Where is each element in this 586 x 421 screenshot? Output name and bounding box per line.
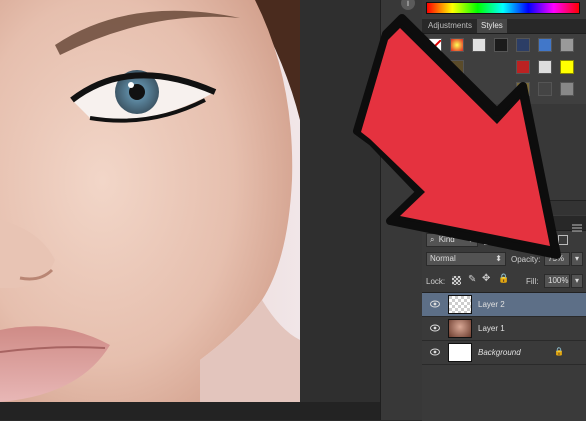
chevron-down-icon: ⬍ — [495, 254, 502, 263]
style-swatch[interactable] — [494, 38, 508, 52]
tab-styles[interactable]: Styles — [477, 19, 507, 33]
layer-thumbnail — [448, 319, 472, 338]
panel-footer-icons — [422, 200, 586, 215]
layer-row[interactable]: Layer 2 — [422, 293, 586, 317]
color-ramp[interactable] — [426, 2, 580, 14]
layer-thumbnail — [448, 295, 472, 314]
face-photo — [0, 0, 300, 402]
layers-tabbar: Layers Chann — [422, 216, 586, 232]
workspace-background — [300, 0, 380, 402]
fill-label: Fill: — [526, 277, 539, 286]
lock-icon[interactable]: 🔒 — [498, 273, 509, 284]
layer-name: Layer 2 — [478, 300, 505, 309]
eye-icon[interactable] — [430, 300, 440, 308]
panel-menu-icon[interactable] — [572, 219, 582, 232]
brush-icon[interactable]: ✎ — [468, 274, 476, 285]
style-swatch[interactable] — [428, 82, 442, 96]
tab-adjustments[interactable]: Adjustments — [424, 19, 476, 33]
filter-adjust-icon[interactable] — [498, 235, 508, 245]
collapsed-panel-strip: i — [380, 0, 424, 420]
lock-label: Lock: — [426, 277, 446, 286]
layer-name: Background — [478, 348, 521, 357]
fill-value: 100% — [548, 276, 569, 285]
style-swatch[interactable] — [428, 60, 442, 74]
styles-grid — [422, 34, 586, 104]
style-swatch[interactable] — [450, 38, 464, 52]
blend-mode-select[interactable]: Normal ⬍ — [426, 252, 506, 266]
kind-label: Kind — [438, 235, 455, 244]
layer-row[interactable]: Layer 1 — [422, 317, 586, 341]
layer-filter-select[interactable]: ⌕ Kind ⬍ — [426, 233, 478, 247]
style-swatch[interactable] — [472, 38, 486, 52]
style-swatch[interactable] — [560, 38, 574, 52]
checker-icon[interactable] — [452, 276, 461, 285]
panel-empty-area — [422, 104, 586, 200]
blend-mode-value: Normal — [430, 254, 456, 263]
style-swatch[interactable] — [450, 60, 464, 74]
info-icon[interactable]: i — [401, 0, 415, 10]
search-icon: ⌕ — [430, 235, 435, 244]
style-swatch[interactable] — [560, 60, 574, 74]
style-swatch[interactable] — [516, 60, 530, 74]
fill-dropdown[interactable]: ▾ — [571, 274, 583, 288]
opacity-dropdown[interactable]: ▾ — [571, 252, 583, 266]
lock-icon: 🔒 — [554, 347, 564, 356]
layer-name: Layer 1 — [478, 324, 505, 333]
filter-pixel-icon[interactable] — [484, 235, 494, 245]
style-none[interactable] — [428, 38, 442, 53]
eye-icon[interactable] — [430, 348, 440, 356]
tab-layers[interactable]: Layers — [424, 216, 457, 230]
opacity-label: Opacity: — [511, 255, 541, 264]
eye-icon[interactable] — [430, 324, 440, 332]
move-icon[interactable]: ✥ — [482, 273, 490, 284]
document-canvas[interactable] — [0, 0, 300, 402]
style-swatch[interactable] — [516, 38, 530, 52]
opacity-value: 75% — [548, 254, 565, 263]
opacity-field[interactable]: 75% — [544, 252, 570, 266]
filter-smart-icon[interactable] — [558, 235, 568, 245]
fill-field[interactable]: 100% — [544, 274, 570, 288]
style-swatch[interactable] — [538, 82, 552, 96]
layers-list: Layer 2 Layer 1 Background 🔒 — [422, 292, 586, 421]
chevron-down-icon: ⬍ — [467, 235, 474, 244]
style-swatch[interactable] — [538, 38, 552, 52]
layer-thumbnail — [448, 343, 472, 362]
style-swatch[interactable] — [516, 82, 530, 96]
adjustments-styles-tabbar: Adjustments Styles — [422, 19, 586, 34]
style-swatch[interactable] — [538, 60, 552, 74]
style-swatch[interactable] — [560, 82, 574, 96]
right-panel-dock: Adjustments Styles Layers Chann ⌕ Kind ⬍… — [422, 0, 586, 421]
layer-row[interactable]: Background 🔒 — [422, 341, 586, 365]
tab-channels[interactable]: Chann — [454, 216, 486, 230]
